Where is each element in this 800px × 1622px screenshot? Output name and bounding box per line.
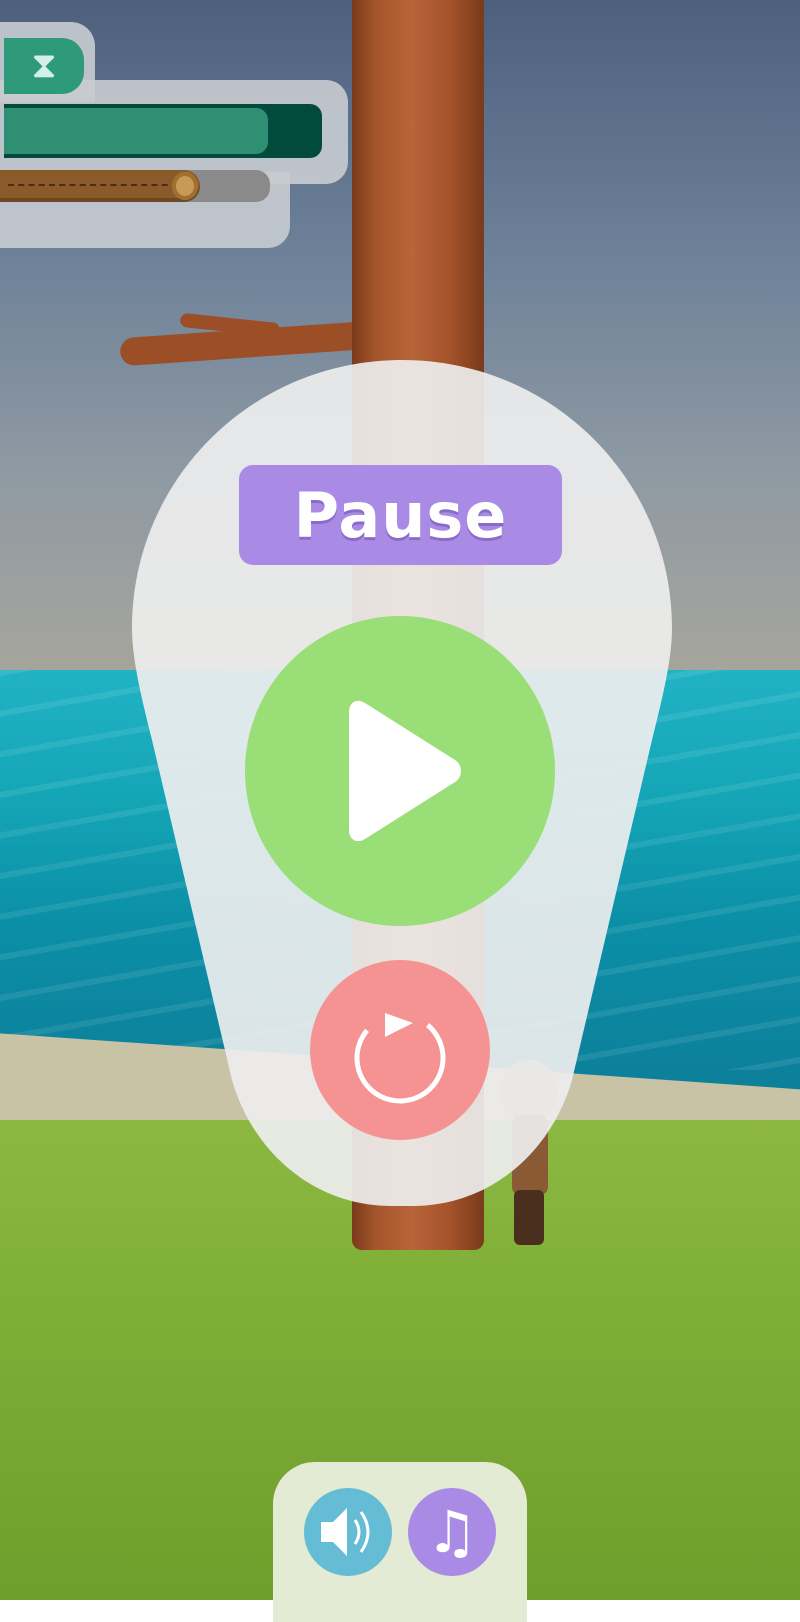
log-grain — [8, 184, 178, 186]
resume-button[interactable] — [245, 616, 555, 926]
hourglass-icon: ⧗ — [31, 45, 57, 86]
restart-icon — [354, 1013, 446, 1104]
log-progress-fill — [0, 170, 200, 202]
music-toggle-button[interactable]: ♫ — [408, 1488, 496, 1576]
restart-button[interactable] — [310, 960, 490, 1140]
log-progress-bar — [0, 170, 270, 202]
timer-badge: ⧗ — [4, 38, 84, 94]
play-icon — [349, 700, 461, 842]
sound-toggle-button[interactable] — [304, 1488, 392, 1576]
time-bar — [4, 104, 322, 158]
log-end-icon — [171, 172, 198, 200]
hud-panel: ⧗ — [0, 22, 350, 248]
time-bar-fill — [4, 108, 268, 154]
music-note-icon: ♫ — [426, 1498, 478, 1566]
speaker-icon — [321, 1508, 370, 1556]
pause-title: Pause — [239, 465, 562, 565]
